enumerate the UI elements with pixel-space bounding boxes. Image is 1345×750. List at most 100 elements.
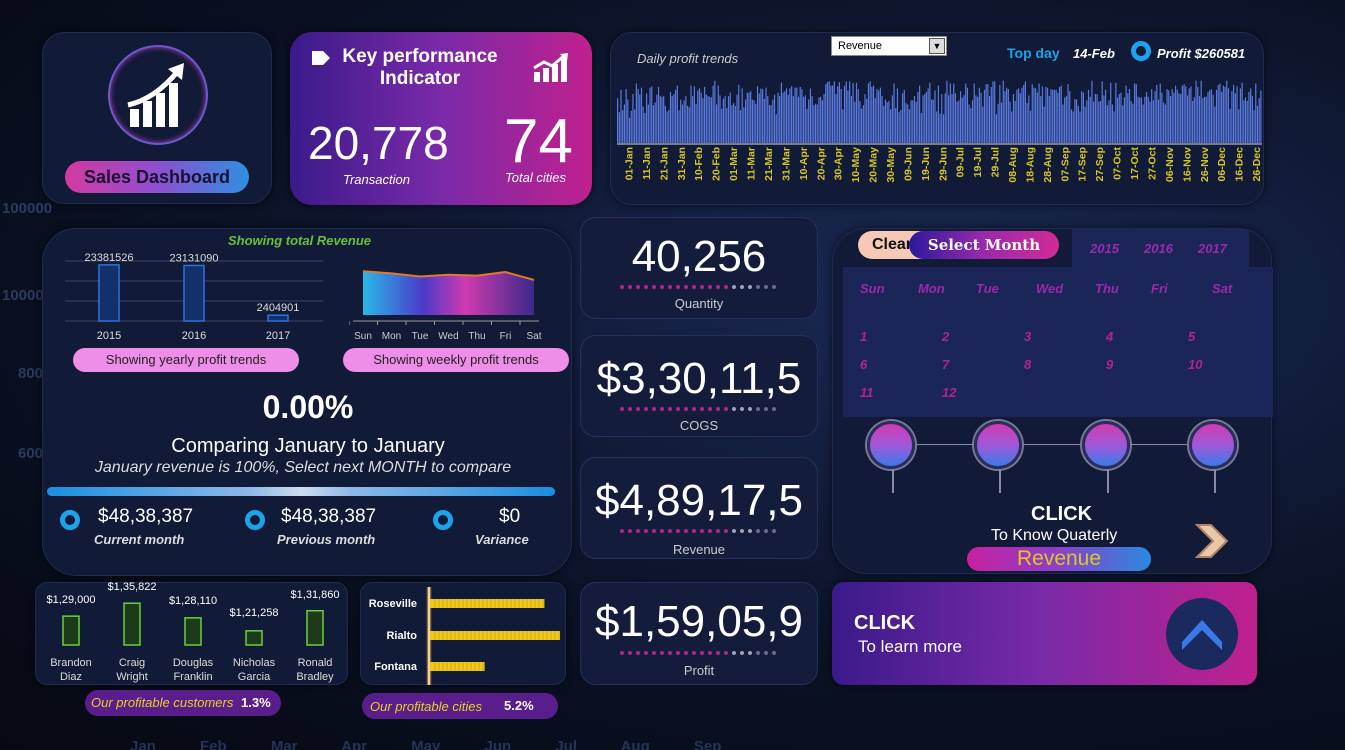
daily-bar [1180,94,1182,143]
bg-month-row: Jan Feb Mar Apr May Jun Jul Aug Sep [130,738,722,750]
learn-more-card[interactable]: CLICK To learn more [832,582,1257,685]
daily-bar [1106,105,1108,143]
daily-bar [965,83,967,143]
variance-label: Variance [475,532,529,547]
customer-value: $1,31,860 [290,589,340,601]
chevron-down-icon[interactable]: ▼ [929,38,945,54]
date-tick: 19-Jun [920,147,932,181]
daily-bar [879,87,881,143]
daily-bar [1217,84,1219,143]
cities-pill-label: Our profitable cities [370,699,482,714]
top-day-profit: Profit $260581 [1157,46,1246,61]
dot [740,529,744,533]
daily-bar [739,110,742,143]
month-option[interactable]: 9 [1106,357,1113,372]
quarter-button[interactable] [867,421,915,469]
weekly-trend-button[interactable]: Showing weekly profit trends [343,348,569,372]
daily-bar [671,96,673,143]
chevron-up-icon[interactable] [1166,598,1238,670]
date-tick: 11-Mar [746,147,758,180]
dot [708,529,712,533]
daily-bar [1219,83,1221,143]
dot [740,651,744,655]
variance-value: $0 [499,506,521,527]
quarterly-revenue-button[interactable]: Revenue [967,547,1151,571]
daily-bar [871,87,873,143]
month-option[interactable]: 3 [1024,329,1031,344]
select-month-button[interactable]: Select Month [909,231,1059,259]
month-option[interactable]: 5 [1188,329,1195,344]
dot [692,651,696,655]
daily-bar [1031,84,1033,143]
daily-bar [644,112,646,143]
chevron-right-icon[interactable] [1193,521,1233,566]
metric-select[interactable]: Revenue ▼ [831,36,947,56]
dot [732,407,736,411]
month-option[interactable]: 2 [942,329,949,344]
date-tick: 16-Nov [1181,147,1193,182]
dot [764,651,768,655]
daily-bar [1012,94,1015,143]
customer-name: Brandon Diaz [50,657,92,683]
daily-bar [1227,88,1230,143]
daily-bar [646,93,648,143]
daily-bar [734,105,736,143]
month-option[interactable]: 7 [942,357,949,372]
daily-bar [1103,95,1105,143]
dot [748,651,752,655]
month-option[interactable]: 12 [942,385,956,400]
daily-bar [872,85,875,143]
dot [684,407,688,411]
sales-dashboard-button[interactable]: Sales Dashboard [65,161,249,193]
daily-bar [767,96,769,143]
month-option[interactable]: 11 [860,385,874,400]
month-option[interactable]: 1 [860,329,867,344]
daily-bar [954,93,957,143]
month-option[interactable]: 10 [1188,357,1202,372]
customer-value: $1,28,110 [168,595,218,607]
month-option[interactable]: 8 [1024,357,1031,372]
dot [628,407,632,411]
profit-label: Profit [683,663,715,678]
yearly-trend-button[interactable]: Showing yearly profit trends [73,348,299,372]
quarter-button[interactable] [974,421,1022,469]
month-option[interactable]: 4 [1106,329,1113,344]
year-option[interactable]: 2015 [1090,241,1119,256]
month-option[interactable]: 6 [860,357,867,372]
daily-bar [1207,91,1209,143]
date-tick: 26-Dec [1251,147,1262,182]
daily-bar [791,86,793,143]
quarter-button[interactable] [1082,421,1130,469]
daily-bar [1200,80,1202,143]
dot [668,407,672,411]
daily-bar [1251,96,1253,143]
daily-bar [617,98,619,143]
daily-bar [666,111,668,143]
daily-bar [1113,111,1115,143]
daily-bar [787,94,789,143]
daily-bar [637,89,639,143]
dot [700,285,704,289]
year-option[interactable]: 2017 [1198,241,1227,256]
daily-bar [936,111,938,143]
dot [676,407,680,411]
daily-bar [937,85,939,143]
daily-bar [1093,101,1095,143]
daily-bar [726,108,728,143]
customer-bar [62,615,80,646]
quarter-button[interactable] [1189,421,1237,469]
year-option[interactable]: 2016 [1144,241,1173,256]
daily-bar [1168,90,1170,143]
daily-bar [837,86,839,143]
daily-bar [639,94,641,143]
dot [756,285,760,289]
daily-bar [990,87,992,143]
daily-bar [721,108,723,143]
previous-month-label: Previous month [277,532,376,547]
growth-chart-icon [108,45,208,145]
daily-bar [893,83,895,143]
dot [716,651,720,655]
daily-bar [681,104,684,143]
daily-bar [951,94,953,143]
daily-bar [683,100,685,143]
